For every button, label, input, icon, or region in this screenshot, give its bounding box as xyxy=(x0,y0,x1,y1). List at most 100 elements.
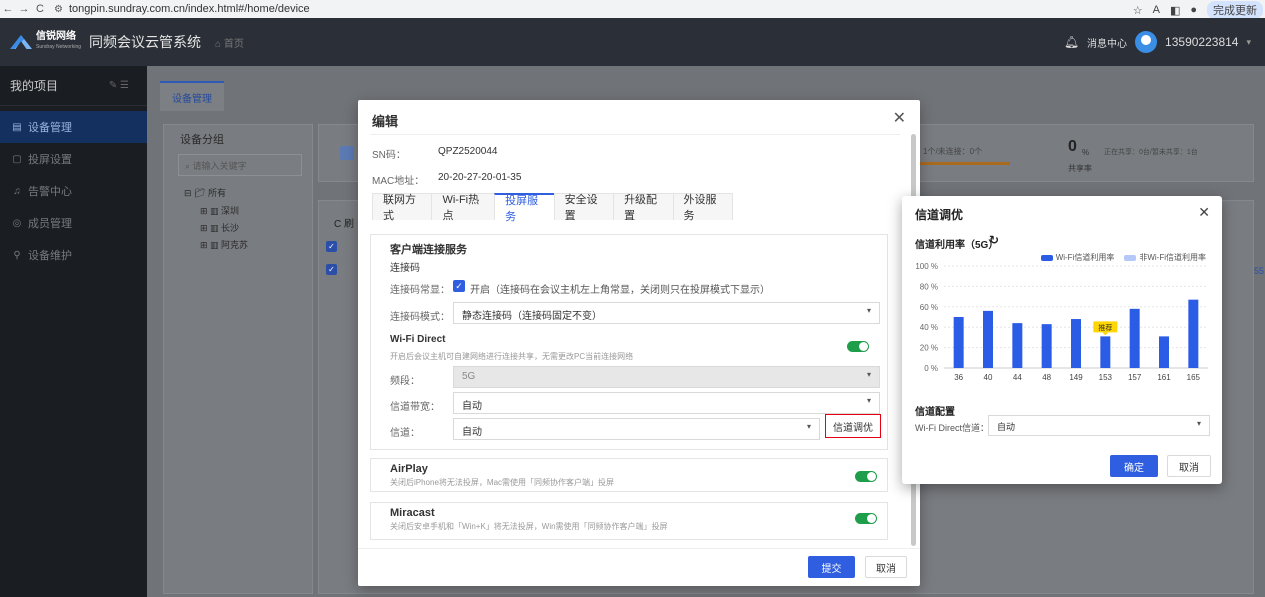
project-title-label: 我的项目 xyxy=(10,79,59,93)
side-panel-icon[interactable]: ◧ xyxy=(1170,4,1180,17)
miracast-title: Miracast xyxy=(390,507,435,519)
config-title: 信道配置 xyxy=(915,407,955,418)
tab-upgrade[interactable]: 升级配置 xyxy=(613,193,674,222)
tree-node[interactable]: ⊞ ▥ 阿克苏 xyxy=(200,238,248,251)
address-bar[interactable]: ⚙ tongpin.sundray.com.cn/index.html#/hom… xyxy=(54,3,310,15)
sidebar-item-label: 投屏设置 xyxy=(28,154,72,166)
wrench-icon: ⚲ xyxy=(13,249,21,261)
chevron-down-icon: ▾ xyxy=(1196,419,1201,428)
tree-node-label: 阿克苏 xyxy=(221,240,249,250)
code-resident-checkbox[interactable]: ✓ xyxy=(453,280,465,292)
close-icon[interactable]: ✕ xyxy=(893,108,906,128)
group-search-input[interactable]: ⌕ 请输入关键字 xyxy=(178,154,302,176)
code-mode-select[interactable]: 静态连接码（连接码固定不变） ▾ xyxy=(453,302,880,324)
tab-screen-service[interactable]: 投屏服务 xyxy=(494,193,555,223)
band-label: 频段： xyxy=(390,376,420,387)
refresh-button[interactable]: C 刷 xyxy=(334,215,354,230)
channel-utilization-chart: 0 % 20 % 40 % 60 % 80 % 100 % 36 40 44 48 149 153 推荐… xyxy=(915,262,1208,382)
chevron-down-icon: ▾ xyxy=(866,306,871,315)
stat-device-icon xyxy=(340,146,354,160)
app-header: 信锐网络 Sundray Networking 同频会议云管系统 ⌂ 首页 🔔︎ … xyxy=(0,18,1265,66)
profile-icon[interactable]: ● xyxy=(1190,4,1197,16)
share-unit: % xyxy=(1082,148,1090,157)
avatar[interactable] xyxy=(1135,31,1158,53)
airplay-toggle[interactable] xyxy=(855,471,877,482)
brand-name: 信锐网络 xyxy=(36,31,76,42)
close-icon[interactable]: ✕ xyxy=(1198,204,1210,221)
sidebar-item-device[interactable]: ▤ 设备管理 xyxy=(0,111,147,143)
code-mode-value: 静态连接码（连接码固定不变） xyxy=(462,311,602,322)
divider xyxy=(358,548,920,549)
x-tick-label: 161 xyxy=(1157,373,1171,382)
bell-icon[interactable]: 🔔︎ xyxy=(1064,35,1079,49)
submit-button[interactable]: 提交 xyxy=(808,556,855,578)
chevron-down-icon[interactable]: ▾ xyxy=(1246,37,1251,48)
channel-label: 信道： xyxy=(390,428,420,439)
miracast-desc: 关闭后安卓手机和「Win+K」将无法投屏，Win需使用「同频协作客户端」投屏 xyxy=(390,522,668,531)
site-settings-icon[interactable]: ⚙ xyxy=(54,4,63,15)
message-center-link[interactable]: 消息中心 xyxy=(1087,35,1127,50)
tree-root-label: 所有 xyxy=(207,188,226,198)
bar xyxy=(1041,324,1052,368)
bar xyxy=(1071,319,1081,368)
reload-icon[interactable]: C xyxy=(32,3,48,15)
chevron-down-icon: ▾ xyxy=(866,370,871,379)
tab-device-management[interactable]: 设备管理 xyxy=(160,81,224,111)
screen-icon: ▢ xyxy=(12,153,22,165)
share-label: 共享率 xyxy=(1068,164,1092,173)
y-tick-label: 80 % xyxy=(920,282,938,291)
airplay-desc: 关闭后iPhone将无法投屏，Mac需使用「同频协作客户端」投屏 xyxy=(390,478,615,487)
tab-network[interactable]: 联网方式 xyxy=(372,193,433,222)
wifi-direct-title: Wi-Fi Direct xyxy=(390,334,446,345)
channel-tune-dialog: 信道调优 ✕ 信道利用率（5G） ↻ Wi-Fi信道利用率 非Wi-Fi信道利用… xyxy=(902,196,1222,484)
translate-icon[interactable]: A xyxy=(1153,4,1160,16)
x-tick-label: 44 xyxy=(1013,373,1022,382)
wifi-direct-channel-select[interactable]: 自动 ▾ xyxy=(988,415,1210,436)
forward-icon[interactable]: → xyxy=(16,3,32,15)
cancel-button[interactable]: 取消 xyxy=(1167,455,1211,477)
connect-code-title: 连接码 xyxy=(390,263,420,274)
account-name[interactable]: 13590223814 xyxy=(1165,35,1238,49)
logo-mark-icon xyxy=(10,35,32,49)
y-tick-label: 0 % xyxy=(924,364,938,373)
tab-peripheral[interactable]: 外设服务 xyxy=(672,193,733,222)
stat-progress-bar xyxy=(920,162,1010,165)
sidebar-item-screen[interactable]: ▢ 投屏设置 xyxy=(0,143,147,175)
tab-wifi-hotspot[interactable]: Wi-Fi热点 xyxy=(431,193,496,222)
y-tick-label: 20 % xyxy=(920,344,938,353)
channel-value: 自动 xyxy=(462,427,482,438)
chevron-down-icon: ▾ xyxy=(806,422,811,431)
select-all-checkbox[interactable]: ✓ xyxy=(326,241,337,252)
back-icon[interactable]: ← xyxy=(0,3,16,15)
confirm-button[interactable]: 确定 xyxy=(1110,455,1158,477)
tree-node[interactable]: ⊞ ▥ 长沙 xyxy=(200,221,239,234)
band-select[interactable]: 5G ▾ xyxy=(453,366,880,388)
partial-cell: 55 xyxy=(1254,266,1265,276)
edit-menu-icon[interactable]: ✎ ☰ xyxy=(109,80,129,91)
tree-node[interactable]: ⊞ ▥ 深圳 xyxy=(200,204,239,217)
update-button[interactable]: 完成更新 xyxy=(1207,1,1263,19)
refresh-icon[interactable]: ↻ xyxy=(989,233,999,247)
tab-security[interactable]: 安全设置 xyxy=(553,193,615,222)
bookmark-star-icon[interactable]: ☆ xyxy=(1133,4,1143,17)
sidebar-item-maintain[interactable]: ⚲ 设备维护 xyxy=(0,239,147,271)
channel-select[interactable]: 自动 ▾ xyxy=(453,418,820,440)
cancel-button[interactable]: 取消 xyxy=(865,556,907,578)
airplay-title: AirPlay xyxy=(390,463,428,475)
bar xyxy=(1129,308,1140,368)
sidebar-item-label: 成员管理 xyxy=(28,218,72,230)
wifi-direct-toggle[interactable] xyxy=(847,341,869,352)
config-value: 自动 xyxy=(997,422,1016,432)
tree-root[interactable]: ⊟ 📁︎ 所有 xyxy=(184,186,226,199)
row-checkbox[interactable]: ✓ xyxy=(326,264,337,275)
channel-tune-button[interactable]: 信道调优 xyxy=(825,414,881,438)
sidebar-item-alarm[interactable]: ♫ 告警中心 xyxy=(0,175,147,207)
breadcrumb-home[interactable]: ⌂ 首页 xyxy=(215,35,244,50)
brand-name-en: Sundray Networking xyxy=(36,44,82,50)
miracast-toggle[interactable] xyxy=(855,513,877,524)
tree-node-label: 长沙 xyxy=(221,223,240,233)
browser-toolbar: ← → C ⚙ tongpin.sundray.com.cn/index.htm… xyxy=(0,0,1265,19)
sidebar-item-member[interactable]: ◎ 成员管理 xyxy=(0,207,147,239)
device-icon: ▤ xyxy=(12,121,22,133)
bandwidth-select[interactable]: 自动 ▾ xyxy=(453,392,880,414)
